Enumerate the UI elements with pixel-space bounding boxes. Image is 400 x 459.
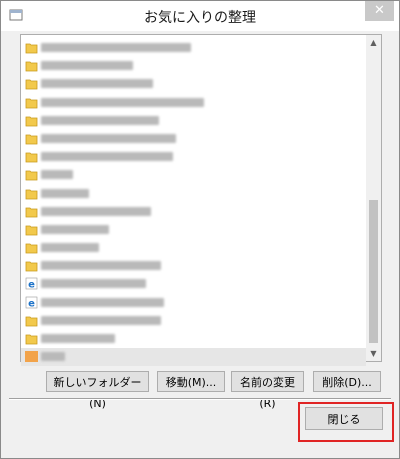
window-title: お気に入りの整理 <box>144 10 256 26</box>
list-item-label: xxxxxxxxxxxxxx <box>41 61 133 71</box>
list-item[interactable]: xxxxxxxxxxxxxxxxxxxxxx <box>21 39 366 57</box>
folder-icon <box>25 170 38 181</box>
list-item[interactable]: xxxxxxxxxxxxxxxxx <box>21 75 366 93</box>
favorites-list[interactable]: xxxxxxxxxxxxxxxxxxxxxxxxxxxxxxxxxxxxxxxx… <box>20 34 382 367</box>
list-item[interactable]: xxxxxxxxxxx <box>21 221 366 239</box>
list-item[interactable]: xxxxxxxxxxx <box>21 330 366 348</box>
list-item-label: xxxxxxxxxxxxxxxx <box>41 206 151 216</box>
list-item[interactable]: xxxxxxxxxxxxxxxxxxxxx <box>21 130 366 148</box>
list-item[interactable]: xxxxxxxxxxxxxxxxxxxxxxxxx <box>21 94 366 112</box>
list-item-label: xxxxxxxxxxx <box>41 334 115 343</box>
vertical-scrollbar[interactable]: ▲ ▼ <box>366 35 381 361</box>
list-item-label: xxxxxxxxxxxxxxxxx <box>41 79 153 89</box>
favorites-rows: xxxxxxxxxxxxxxxxxxxxxxxxxxxxxxxxxxxxxxxx… <box>21 39 366 367</box>
svg-text:e: e <box>28 280 35 291</box>
list-item-label: xxxxxxxxxxxxxxxxxxxxxxx <box>41 152 173 162</box>
list-item[interactable]: xxxxxxxxxxxxxxxxxx <box>21 112 366 130</box>
scroll-thumb[interactable] <box>369 200 378 343</box>
list-item-label: xxxxxxxxxxxxxxxxxx <box>41 115 159 125</box>
list-item-label: xxxxxxxxxxxxxxxxx <box>41 279 146 289</box>
list-item[interactable]: xxxxxx <box>21 166 366 184</box>
folder-icon <box>25 243 38 254</box>
list-item[interactable]: e xxxxxxxxxxxxxxxxxxxxx <box>21 294 366 312</box>
list-item-label: xxxxxxx <box>41 188 89 198</box>
folder-icon <box>25 334 38 345</box>
list-item-label: xxxxxxxxx <box>41 243 99 253</box>
move-button[interactable]: 移動(M)... <box>157 371 225 392</box>
folder-icon <box>25 116 38 127</box>
list-item-label: xxxxxxxxxxxxxxxxxxxxx <box>41 133 176 143</box>
rename-button[interactable]: 名前の変更(R) <box>231 371 304 410</box>
delete-button[interactable]: 削除(D)... <box>313 371 381 392</box>
new-folder-button[interactable]: 新しいフォルダー(N) <box>46 371 149 410</box>
folder-icon <box>25 43 38 54</box>
close-button-highlight <box>298 402 394 442</box>
list-item[interactable]: xxxxxxx <box>21 185 366 203</box>
list-item-label: xxxxxxxxxxxxxxxxxxxxxxxxx <box>41 97 204 107</box>
folder-icon <box>25 316 38 327</box>
list-item-label: xxxxxxxxxxxxxxxxxxxxx <box>41 297 164 307</box>
list-item-label: xxxxxx <box>41 170 73 180</box>
ie-icon: e <box>25 296 38 309</box>
list-item-label: xxxxxxxxxxxxxxxxxx <box>41 261 161 271</box>
ie-icon: e <box>25 278 38 291</box>
folder-icon <box>25 79 38 90</box>
list-item[interactable]: xxxx <box>21 348 366 367</box>
list-item[interactable]: e xxxxxxxxxxxxxxxxx <box>21 275 366 293</box>
list-item-label: xxxxxxxxxxxxxxxxxxxxxx <box>41 43 191 52</box>
list-item[interactable]: xxxxxxxxxxxxxx <box>21 57 366 75</box>
list-item[interactable]: xxxxxxxxxxxxxxxx <box>21 203 366 221</box>
title-bar: お気に入りの整理 ✕ <box>1 1 399 31</box>
list-item[interactable]: xxxxxxxxxxxxxxxxxxxxxxx <box>21 148 366 166</box>
organize-favorites-window: お気に入りの整理 ✕ xxxxxxxxxxxxxxxxxxxxxxxxxxxxx… <box>0 0 400 459</box>
folder-icon <box>25 261 38 272</box>
folder-icon <box>25 134 38 145</box>
separator <box>9 398 391 400</box>
list-item-label: xxxxxxxxxxx <box>41 224 109 234</box>
folder-icon <box>25 152 38 163</box>
folder-icon <box>25 207 38 218</box>
list-item-label: xxxx <box>41 352 65 362</box>
folder-icon <box>25 98 38 108</box>
folder-icon <box>25 225 38 236</box>
folder-icon <box>25 61 38 72</box>
list-item-label: xxxxxxxxxxxxxxxxxxx <box>41 315 161 325</box>
dialog-client: xxxxxxxxxxxxxxxxxxxxxxxxxxxxxxxxxxxxxxxx… <box>9 31 394 450</box>
scroll-up-icon[interactable]: ▲ <box>366 35 381 50</box>
list-item[interactable]: xxxxxxxxx <box>21 239 366 257</box>
svg-text:e: e <box>28 298 35 309</box>
close-window-button[interactable]: ✕ <box>365 1 394 21</box>
scroll-down-icon[interactable]: ▼ <box>366 346 381 361</box>
list-item[interactable]: xxxxxxxxxxxxxxxxxxx <box>21 312 366 330</box>
list-item[interactable]: xxxxxxxxxxxxxxxxxx <box>21 257 366 275</box>
folder-icon <box>25 189 38 199</box>
feed-icon <box>25 351 38 363</box>
